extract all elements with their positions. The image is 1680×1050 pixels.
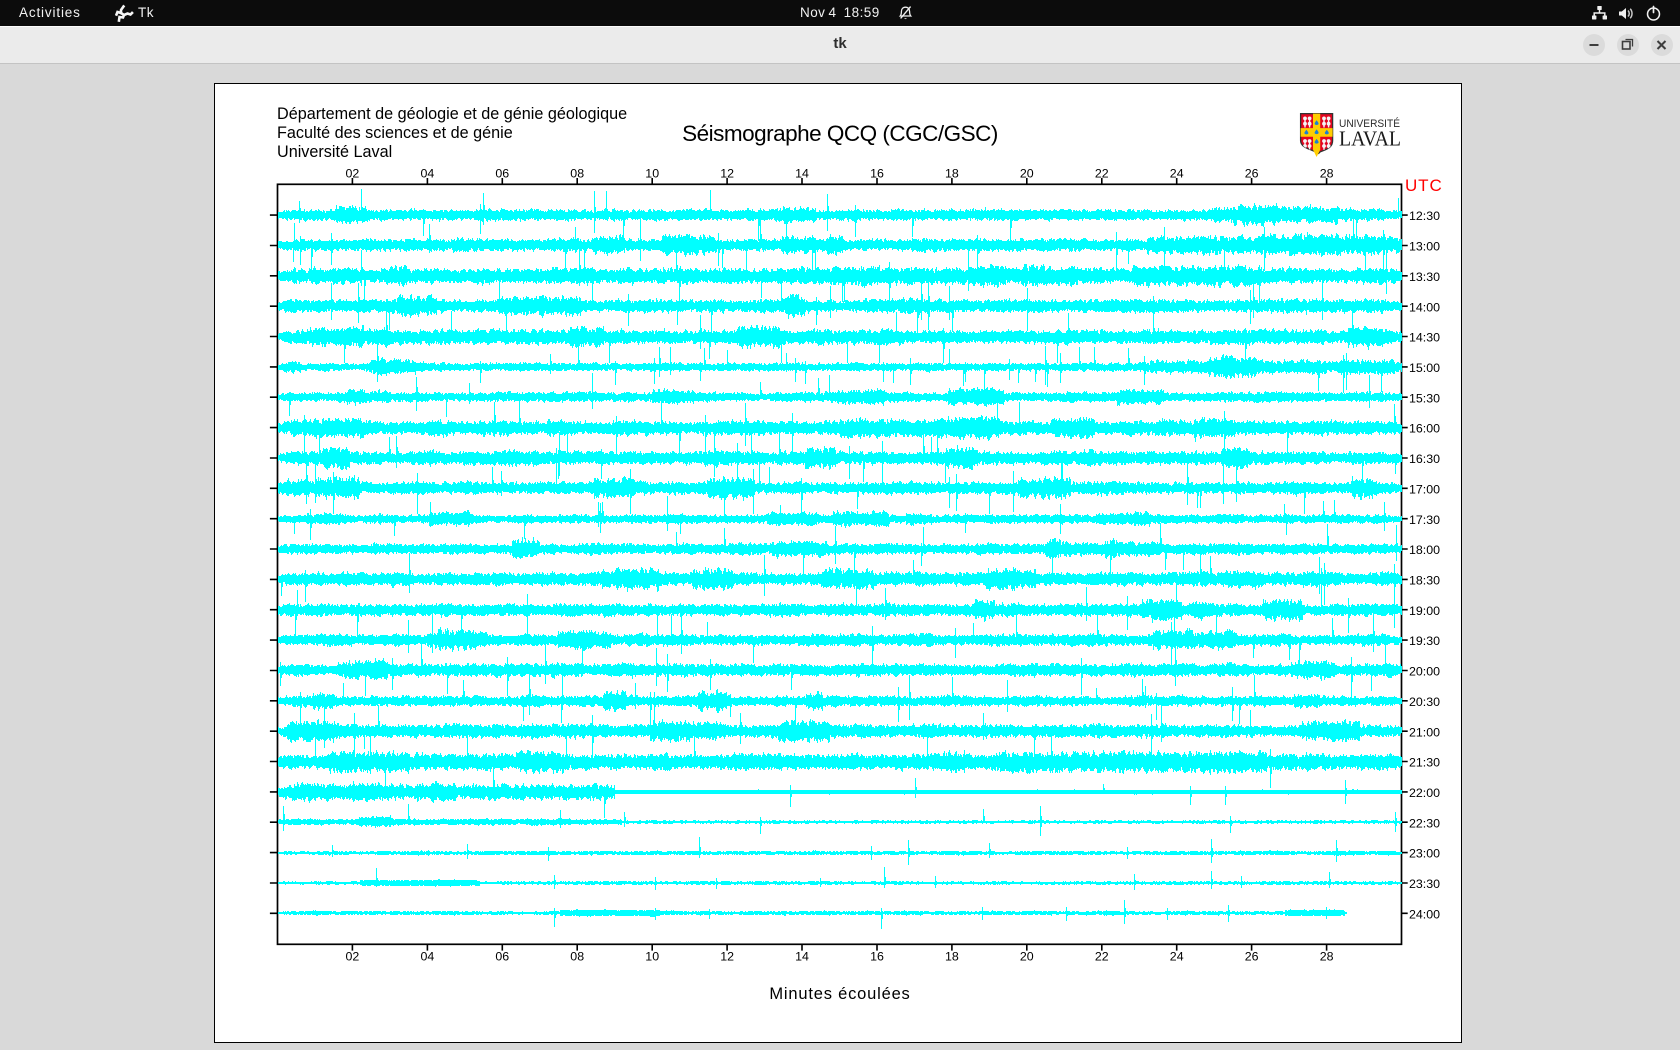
- svg-text:21:30: 21:30: [1409, 756, 1440, 770]
- svg-text:08: 08: [570, 950, 584, 964]
- svg-text:24: 24: [1170, 950, 1184, 964]
- svg-text:04: 04: [421, 167, 435, 181]
- svg-text:20: 20: [1020, 950, 1034, 964]
- svg-text:12: 12: [720, 950, 734, 964]
- svg-text:22:30: 22:30: [1409, 816, 1440, 830]
- svg-text:28: 28: [1320, 950, 1334, 964]
- svg-text:24: 24: [1170, 167, 1184, 181]
- svg-text:26: 26: [1245, 167, 1259, 181]
- svg-text:20: 20: [1020, 167, 1034, 181]
- svg-text:06: 06: [495, 167, 509, 181]
- svg-text:18:30: 18:30: [1409, 574, 1440, 588]
- svg-text:22: 22: [1095, 950, 1109, 964]
- svg-text:LAVAL: LAVAL: [1339, 126, 1401, 150]
- svg-text:16: 16: [870, 167, 884, 181]
- svg-text:14: 14: [795, 167, 809, 181]
- svg-text:12:30: 12:30: [1409, 209, 1440, 223]
- svg-text:02: 02: [346, 167, 360, 181]
- svg-text:23:00: 23:00: [1409, 847, 1440, 861]
- svg-text:06: 06: [495, 950, 509, 964]
- svg-text:18: 18: [945, 167, 959, 181]
- svg-text:17:00: 17:00: [1409, 482, 1440, 496]
- svg-text:08: 08: [570, 167, 584, 181]
- svg-text:18: 18: [945, 950, 959, 964]
- svg-text:13:00: 13:00: [1409, 240, 1440, 254]
- svg-text:16:00: 16:00: [1409, 422, 1440, 436]
- svg-text:26: 26: [1245, 950, 1259, 964]
- svg-text:13:30: 13:30: [1409, 270, 1440, 284]
- svg-text:21:00: 21:00: [1409, 725, 1440, 739]
- svg-text:15:30: 15:30: [1409, 391, 1440, 405]
- svg-text:20:30: 20:30: [1409, 695, 1440, 709]
- svg-text:19:30: 19:30: [1409, 634, 1440, 648]
- svg-text:14:30: 14:30: [1409, 331, 1440, 345]
- svg-text:18:00: 18:00: [1409, 543, 1440, 557]
- svg-text:22: 22: [1095, 167, 1109, 181]
- svg-text:04: 04: [421, 950, 435, 964]
- svg-text:17:30: 17:30: [1409, 513, 1440, 527]
- svg-text:12: 12: [720, 167, 734, 181]
- svg-text:20:00: 20:00: [1409, 665, 1440, 679]
- svg-text:28: 28: [1320, 167, 1334, 181]
- svg-text:16:30: 16:30: [1409, 452, 1440, 466]
- svg-text:19:00: 19:00: [1409, 604, 1440, 618]
- svg-text:10: 10: [645, 950, 659, 964]
- svg-text:16: 16: [870, 950, 884, 964]
- svg-text:02: 02: [346, 950, 360, 964]
- svg-text:10: 10: [645, 167, 659, 181]
- svg-text:22:00: 22:00: [1409, 786, 1440, 800]
- svg-text:14:00: 14:00: [1409, 300, 1440, 314]
- svg-text:15:00: 15:00: [1409, 361, 1440, 375]
- svg-text:24:00: 24:00: [1409, 907, 1440, 921]
- svg-text:23:30: 23:30: [1409, 877, 1440, 891]
- svg-text:14: 14: [795, 950, 809, 964]
